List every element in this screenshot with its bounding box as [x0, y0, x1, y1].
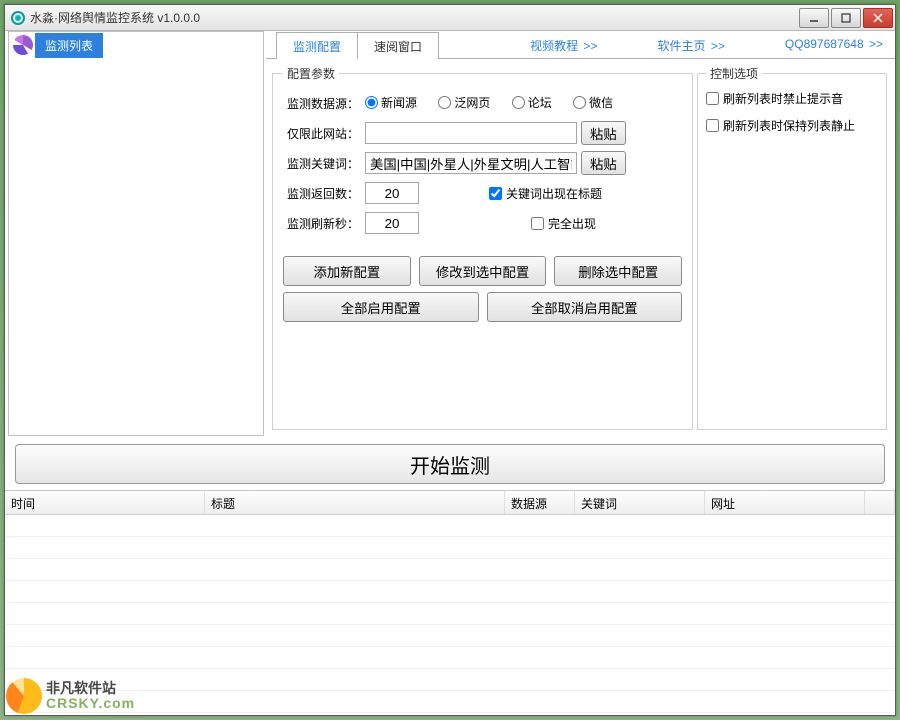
radio-news[interactable]: 新闻源 [365, 94, 417, 111]
disable-all-button[interactable]: 全部取消启用配置 [487, 292, 683, 322]
col-source[interactable]: 数据源 [505, 491, 575, 514]
titlebar[interactable]: 水淼·网络舆情监控系统 v1.0.0.0 [5, 5, 895, 31]
chk-mute-on-refresh[interactable] [706, 92, 719, 105]
watermark-en: CRSKY.com [46, 696, 135, 711]
chk-freeze-label: 刷新列表时保持列表静止 [723, 117, 855, 134]
col-extra[interactable] [865, 491, 895, 514]
add-config-button[interactable]: 添加新配置 [283, 256, 411, 286]
keywords-input[interactable] [365, 152, 577, 174]
link-qq-contact[interactable]: QQ897687648 >> [785, 37, 883, 54]
minimize-button[interactable] [799, 8, 829, 28]
table-row [5, 603, 895, 625]
link-video-tutorial[interactable]: 视频教程 >> [530, 37, 597, 54]
radio-forum[interactable]: 论坛 [512, 94, 552, 111]
tab-monitor-config[interactable]: 监测配置 [276, 32, 358, 59]
paste-site-button[interactable]: 粘贴 [581, 121, 626, 145]
modify-config-button[interactable]: 修改到选中配置 [419, 256, 547, 286]
chk-keyword-in-title[interactable] [489, 187, 502, 200]
config-params-group: 配置参数 监测数据源： 新闻源 泛网页 论坛 微信 仅限此网站： [272, 65, 693, 430]
tab-speed-read[interactable]: 速阅窗口 [357, 32, 439, 59]
table-row [5, 691, 895, 713]
col-url[interactable]: 网址 [705, 491, 865, 514]
close-button[interactable] [863, 8, 893, 28]
table-row [5, 515, 895, 537]
col-keyword[interactable]: 关键词 [575, 491, 705, 514]
label-keywords: 监测关键词： [283, 155, 359, 172]
col-title[interactable]: 标题 [205, 491, 505, 514]
params-legend: 配置参数 [283, 65, 339, 82]
table-row [5, 669, 895, 691]
chk-full-appear-label: 完全出现 [548, 215, 596, 232]
controls-legend: 控制选项 [706, 65, 762, 82]
watermark-cn: 非凡软件站 [46, 681, 135, 696]
top-nav: 监测配置 速阅窗口 视频教程 >> 软件主页 >> QQ897687648 >> [266, 31, 895, 59]
radio-wechat[interactable]: 微信 [573, 94, 613, 111]
label-data-source: 监测数据源： [283, 95, 359, 112]
radio-web[interactable]: 泛网页 [438, 94, 490, 111]
chk-freeze-on-refresh[interactable] [706, 119, 719, 132]
control-options-group: 控制选项 刷新列表时禁止提示音 刷新列表时保持列表静止 [697, 65, 887, 430]
table-body [5, 515, 895, 715]
table-row [5, 647, 895, 669]
table-row [5, 625, 895, 647]
chk-mute-label: 刷新列表时禁止提示音 [723, 90, 843, 107]
site-input[interactable] [365, 122, 577, 144]
start-monitor-button[interactable]: 开始监测 [15, 444, 885, 484]
label-site-only: 仅限此网站： [283, 125, 359, 142]
swirl-icon [13, 35, 33, 55]
paste-keywords-button[interactable]: 粘贴 [581, 151, 626, 175]
col-time[interactable]: 时间 [5, 491, 205, 514]
table-row [5, 537, 895, 559]
link-software-home[interactable]: 软件主页 >> [658, 37, 725, 54]
results-table: 时间 标题 数据源 关键词 网址 [5, 490, 895, 715]
chk-keyword-in-title-label: 关键词出现在标题 [506, 185, 602, 202]
chk-full-appear[interactable] [531, 217, 544, 230]
label-refresh-sec: 监测刷新秒： [283, 215, 359, 232]
refresh-sec-input[interactable] [365, 212, 419, 234]
main-window: 水淼·网络舆情监控系统 v1.0.0.0 监测列表 监测配置 速阅窗口 视频教程… [4, 4, 896, 716]
sidebar: 监测列表 [8, 31, 264, 436]
table-row [5, 581, 895, 603]
return-count-input[interactable] [365, 182, 419, 204]
maximize-button[interactable] [831, 8, 861, 28]
enable-all-button[interactable]: 全部启用配置 [283, 292, 479, 322]
table-row [5, 559, 895, 581]
label-return-count: 监测返回数： [283, 185, 359, 202]
sidebar-tab-monitor-list[interactable]: 监测列表 [35, 33, 103, 58]
watermark-icon [6, 678, 42, 714]
data-source-radios: 新闻源 泛网页 论坛 微信 [365, 94, 631, 112]
window-title: 水淼·网络舆情监控系统 v1.0.0.0 [30, 9, 797, 26]
delete-config-button[interactable]: 删除选中配置 [554, 256, 682, 286]
watermark: 非凡软件站 CRSKY.com [6, 678, 135, 714]
app-icon [11, 11, 25, 25]
